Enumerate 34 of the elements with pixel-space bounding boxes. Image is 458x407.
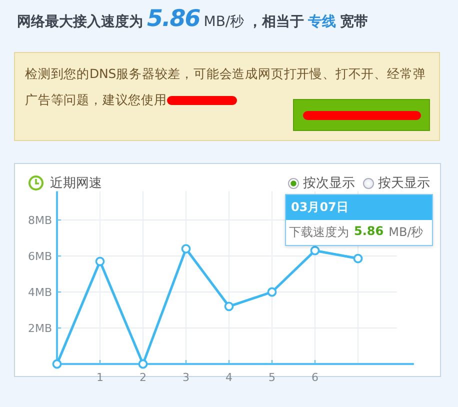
- x-tick-label: 1: [96, 371, 104, 383]
- bandwidth-caption: 宽带: [340, 13, 368, 31]
- x-tick-label: 6: [312, 371, 318, 383]
- data-point: [267, 287, 277, 297]
- tooltip-unit: MB/秒: [388, 224, 424, 241]
- display-mode-option[interactable]: 按次显示: [288, 174, 355, 192]
- radio-button[interactable]: [288, 178, 299, 188]
- x-tick-label: 5: [268, 371, 276, 383]
- data-point: [138, 359, 148, 369]
- y-tick-label: 2MB: [28, 322, 52, 335]
- data-point: [353, 254, 363, 264]
- notice-text: 检测到您的DNS服务器较差，可能会造成网页打开慢、打不开、经常弹广告等问题，建议您使用: [25, 66, 426, 107]
- tooltip-label: 下载速度为: [289, 224, 349, 241]
- speed-caption: 网络最大接入速度为: [17, 13, 143, 31]
- action-button[interactable]: [293, 99, 430, 131]
- data-point: [52, 359, 62, 369]
- data-point: [181, 244, 191, 254]
- data-point: [224, 302, 234, 312]
- data-point: [95, 256, 105, 266]
- radio-button[interactable]: [363, 178, 374, 188]
- panel-title: 近期网速: [50, 175, 102, 192]
- speed-unit: MB/秒: [204, 13, 244, 31]
- clock-icon: [28, 175, 44, 191]
- x-tick-label: 3: [182, 371, 190, 383]
- x-tick-label: 2: [140, 371, 146, 383]
- x-tick-label: 4: [226, 371, 232, 383]
- tooltip-date: 03月07日: [286, 195, 432, 220]
- comparison-caption: ，相当于: [248, 13, 304, 31]
- y-tick-label: 8MB: [28, 214, 52, 227]
- y-tick-label: 6MB: [28, 250, 52, 263]
- tooltip-value: 5.86: [354, 224, 384, 240]
- display-mode-option[interactable]: 按天显示: [363, 174, 430, 192]
- y-tick-label: 4MB: [28, 286, 52, 299]
- speed-value: 5.86: [147, 6, 200, 32]
